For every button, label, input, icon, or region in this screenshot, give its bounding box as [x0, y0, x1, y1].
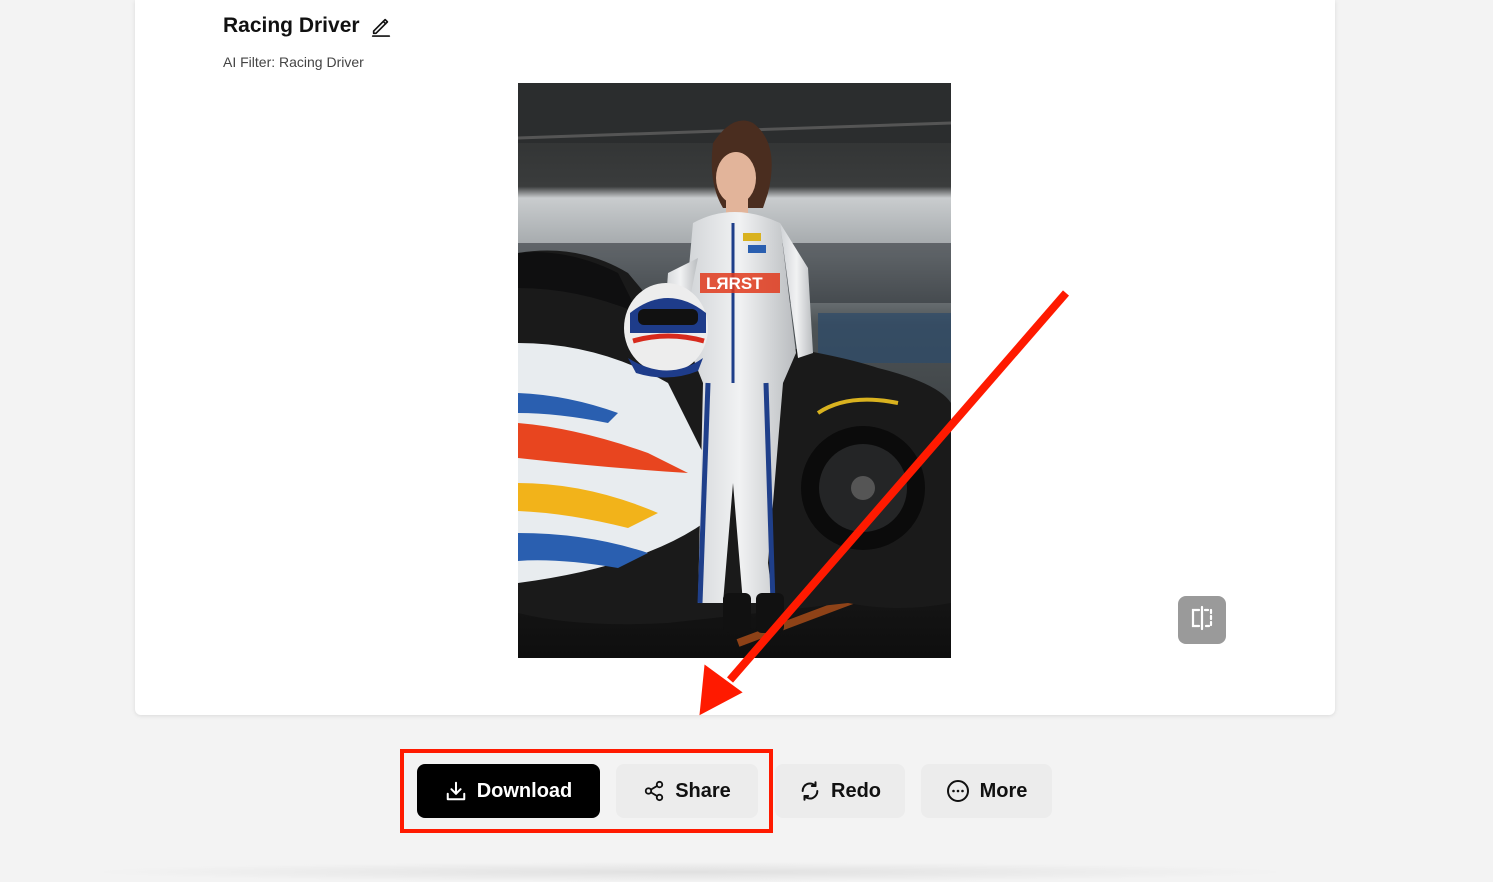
bottom-shadow — [80, 862, 1300, 882]
result-card: Racing Driver AI Filter: Racing Driver L… — [135, 0, 1335, 715]
page-title: Racing Driver — [223, 14, 360, 37]
share-label: Share — [675, 779, 731, 802]
action-bar: Download Share Redo More — [0, 764, 1493, 818]
more-label: More — [979, 779, 1028, 802]
filter-subtitle: AI Filter: Racing Driver — [223, 54, 364, 70]
compare-button[interactable] — [1178, 596, 1226, 644]
more-button[interactable]: More — [921, 764, 1052, 818]
download-icon — [445, 780, 467, 802]
download-label: Download — [476, 779, 573, 802]
redo-label: Redo — [831, 779, 881, 802]
pencil-icon[interactable] — [370, 15, 392, 37]
generated-image: LЯRST — [518, 83, 951, 658]
redo-icon — [799, 780, 821, 802]
title-row: Racing Driver — [223, 14, 392, 38]
compare-icon — [1187, 603, 1217, 638]
share-button[interactable]: Share — [616, 764, 758, 818]
more-icon — [946, 779, 970, 803]
download-button[interactable]: Download — [417, 764, 600, 818]
share-icon — [643, 780, 665, 802]
redo-button[interactable]: Redo — [775, 764, 905, 818]
suit-logo: LЯRST — [706, 274, 763, 293]
